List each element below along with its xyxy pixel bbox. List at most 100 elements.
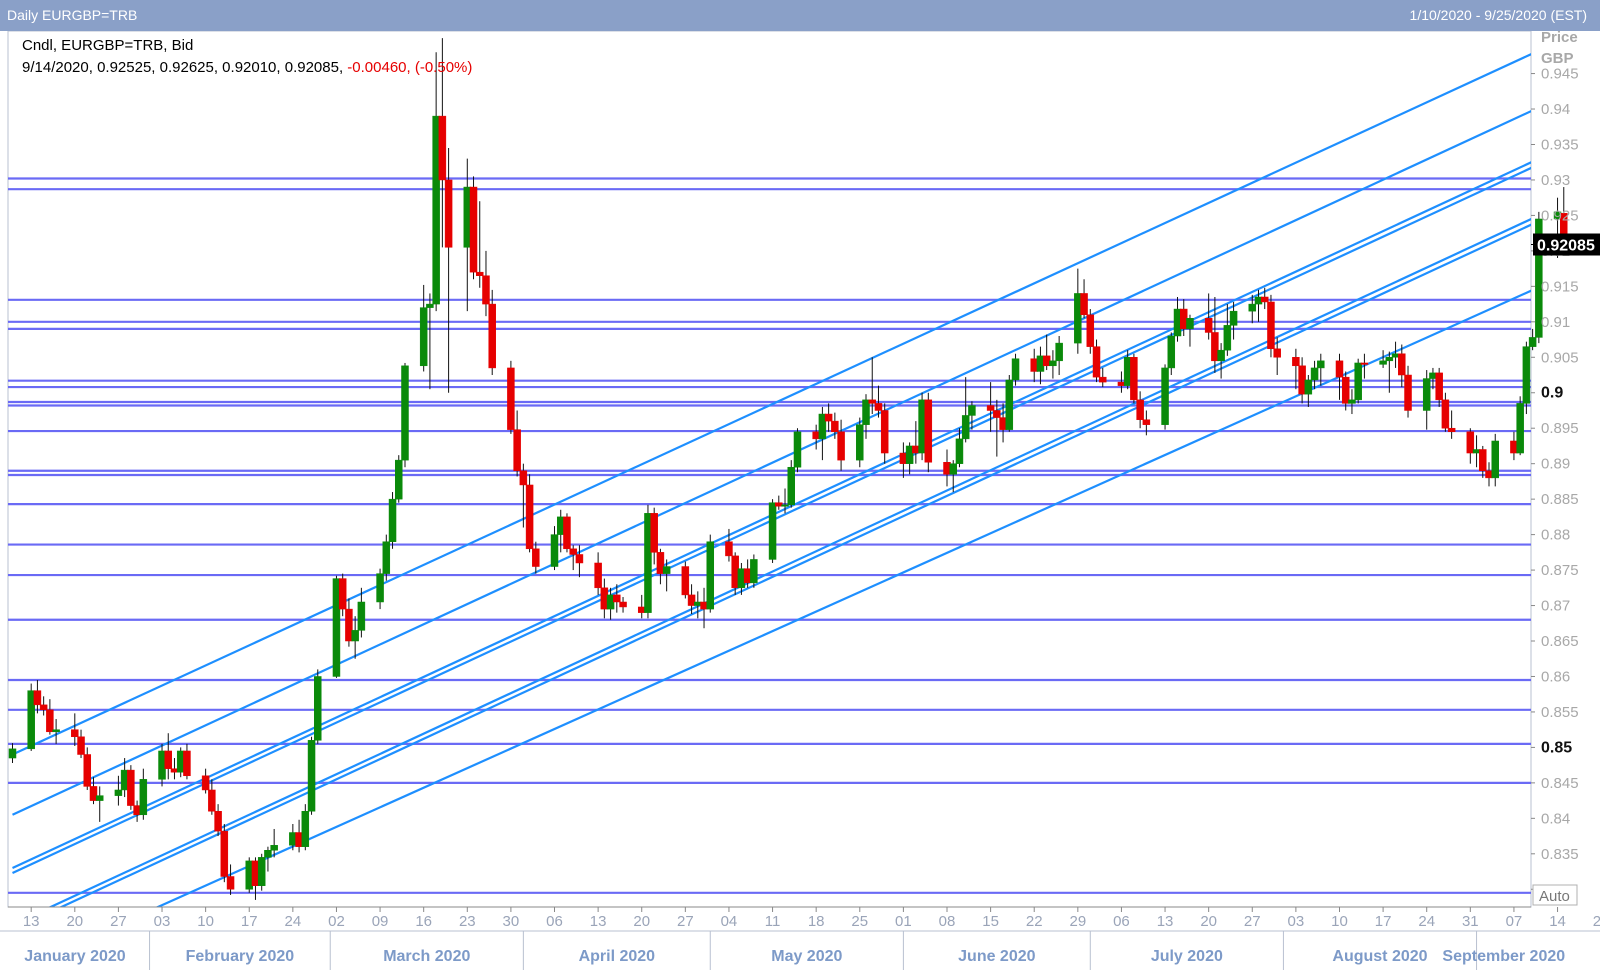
candle-body <box>1074 293 1082 344</box>
candle-body <box>376 573 384 603</box>
candle-body <box>1354 362 1362 401</box>
candle-body <box>1117 381 1126 386</box>
y-tick-label: 0.855 <box>1541 704 1579 721</box>
date-range: 1/10/2020 - 9/25/2020 (EST) <box>1409 7 1587 23</box>
candle-08-13 <box>1354 358 1362 404</box>
candle-body <box>600 587 609 610</box>
candle-body <box>1385 357 1394 362</box>
candle-body <box>301 810 310 847</box>
candle-body <box>1011 358 1020 381</box>
candle-body <box>1528 337 1537 347</box>
candle-body <box>775 502 783 507</box>
candle-body <box>868 399 876 404</box>
candle-body <box>731 555 739 589</box>
y-tick-label: 0.915 <box>1541 278 1579 295</box>
candle-body <box>943 462 951 475</box>
candle-body <box>1211 332 1219 362</box>
y-tick-label: 0.845 <box>1541 775 1579 792</box>
candle-02-13 <box>220 824 229 883</box>
candle-body <box>1472 449 1481 454</box>
candle-03-10 <box>382 534 391 581</box>
candle-body <box>438 115 447 181</box>
month-label: February 2020 <box>186 948 295 965</box>
x-tick-label: 25 <box>851 913 868 930</box>
candle-body <box>1036 355 1045 372</box>
candle-body <box>1485 470 1493 479</box>
candle-body <box>46 709 54 733</box>
candle-07-08 <box>1130 353 1138 404</box>
candle-body <box>662 566 671 574</box>
candle-body <box>1042 355 1051 367</box>
candle-body <box>619 601 627 608</box>
candle-body <box>8 748 17 759</box>
candle-05-15 <box>793 428 802 473</box>
y-tick-label: 0.935 <box>1541 136 1579 153</box>
candle-body <box>700 601 708 610</box>
candle-body <box>725 541 733 557</box>
candle-body <box>694 601 702 606</box>
x-tick-label: 24 <box>285 913 302 930</box>
x-tick-label: 16 <box>415 913 432 930</box>
candle-09-09 <box>1522 341 1531 415</box>
candle-body <box>114 789 123 796</box>
month-label: April 2020 <box>579 948 656 965</box>
legend-ohlc-line: 9/14/2020, 0.92525, 0.92625, 0.92010, 0.… <box>22 59 472 76</box>
x-tick-label: 10 <box>1331 913 1348 930</box>
candle-body <box>1310 367 1319 381</box>
candle-body <box>905 445 914 464</box>
candle-09-08 <box>1516 396 1524 456</box>
candle-body <box>818 413 827 440</box>
candle-03-24 <box>469 176 478 280</box>
candle-body <box>401 365 409 461</box>
candle-body <box>1522 346 1531 404</box>
candle-body <box>687 594 696 606</box>
candle-body <box>743 568 752 584</box>
candle-body <box>469 186 478 273</box>
candle-body <box>1080 293 1088 315</box>
candle-body <box>824 413 833 422</box>
y-tick-label: 0.85 <box>1541 739 1572 756</box>
candle-body <box>955 438 964 464</box>
legend-change: -0.00460, (-0.50%) <box>347 59 473 76</box>
candle-body <box>1341 376 1350 404</box>
candle-body <box>71 729 79 738</box>
candle-body <box>1229 310 1238 326</box>
candle-body <box>831 420 839 433</box>
candle-body <box>650 513 658 553</box>
candle-body <box>39 704 48 711</box>
auto-scale-button[interactable]: Auto <box>1532 884 1578 906</box>
candle-body <box>345 608 353 642</box>
x-tick-label: 18 <box>808 913 825 930</box>
month-label: August 2020 <box>1332 948 1427 965</box>
candle-body <box>569 548 577 555</box>
candle-body <box>1204 318 1213 333</box>
candle-body <box>488 303 496 369</box>
chart-area[interactable]: PriceGBP0.830.8350.840.8450.850.8550.860… <box>0 31 1600 970</box>
candle-05-14 <box>787 460 795 508</box>
candle-body <box>432 115 440 305</box>
candle-body <box>550 534 559 567</box>
x-tick-label: 20 <box>1200 913 1217 930</box>
candle-body <box>1391 353 1400 358</box>
x-tick-label: 03 <box>1288 913 1305 930</box>
candle-body <box>83 754 92 787</box>
x-tick-label: 17 <box>1375 913 1392 930</box>
candle-body <box>880 410 889 454</box>
y-tick-label: 0.89 <box>1541 456 1570 473</box>
candle-body <box>77 736 85 755</box>
y-tick-label: 0.875 <box>1541 562 1579 579</box>
candle-body <box>426 303 434 308</box>
candlestick-chart[interactable]: PriceGBP0.830.8350.840.8450.850.8550.860… <box>0 31 1600 970</box>
month-label: June 2020 <box>958 948 1035 965</box>
y-tick-label: 0.88 <box>1541 527 1570 544</box>
candle-body <box>1099 376 1107 383</box>
axis-currency: GBP <box>1541 50 1574 67</box>
candle-body <box>1441 399 1450 429</box>
candle-body <box>1092 346 1101 378</box>
candle-body <box>999 417 1007 430</box>
candle-body <box>594 562 602 589</box>
y-tick-label: 0.925 <box>1541 207 1579 224</box>
candle-body <box>1510 440 1518 454</box>
candle-body <box>176 750 185 773</box>
candle-body <box>1466 431 1475 454</box>
